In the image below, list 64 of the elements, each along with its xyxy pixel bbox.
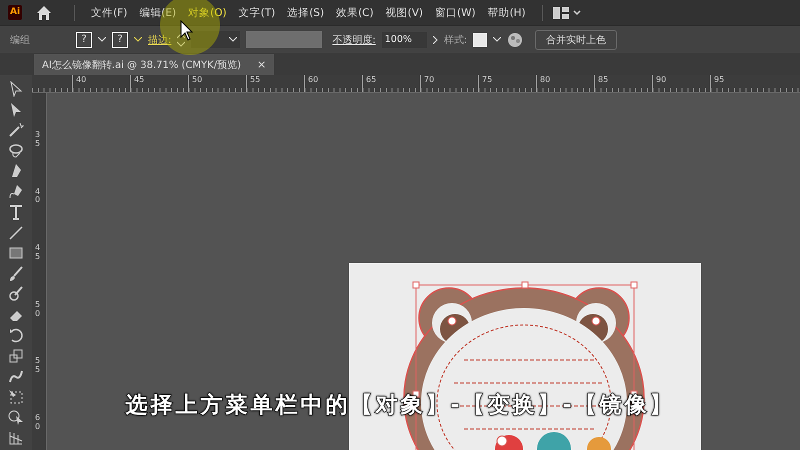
opacity-field[interactable]: 100% xyxy=(382,32,427,48)
ruler-label: 85 xyxy=(594,75,652,92)
fill-swatch[interactable]: ? xyxy=(76,32,92,48)
menu-item[interactable]: 视图(V) xyxy=(380,6,429,20)
blob-brush-icon[interactable] xyxy=(8,286,24,302)
ruler-label: 50 xyxy=(188,75,246,92)
ruler-label: 45 xyxy=(130,75,188,92)
selection-arrow-icon[interactable] xyxy=(8,81,24,97)
rectangle-icon[interactable] xyxy=(8,245,24,261)
menu-item[interactable]: 选择(S) xyxy=(281,6,330,20)
app-logo[interactable]: Ai xyxy=(8,5,22,20)
type-icon[interactable] xyxy=(8,204,24,220)
ruler-label: 75 xyxy=(478,75,536,92)
ruler-label: 70 xyxy=(420,75,478,92)
menu-item[interactable]: 帮助(H) xyxy=(482,6,532,20)
line-icon[interactable] xyxy=(8,224,24,240)
document-tab-title: AI怎么镜像翻转.ai @ 38.71% (CMYK/预览) xyxy=(42,58,241,72)
curvature-pen-icon[interactable] xyxy=(8,184,24,200)
rotate-icon[interactable] xyxy=(8,327,24,343)
merge-live-paint-button[interactable]: 合并实时上色 xyxy=(535,30,618,50)
ruler-label: 65 xyxy=(362,75,420,92)
stepper-icon[interactable] xyxy=(177,32,186,46)
warp-icon[interactable] xyxy=(8,368,24,384)
ruler-label: 90 xyxy=(652,75,710,92)
workspace-layout-icon[interactable] xyxy=(552,6,583,18)
mouse-pointer-icon xyxy=(180,20,194,42)
ruler-label: 60 xyxy=(304,75,362,92)
ruler-label: 60 xyxy=(34,414,42,432)
menu-item[interactable]: 文件(F) xyxy=(85,6,134,20)
menu-item[interactable]: 编辑(E) xyxy=(133,6,182,20)
ruler-label: 55 xyxy=(246,75,304,92)
close-tab-button[interactable]: × xyxy=(257,58,266,71)
ruler-label: 80 xyxy=(536,75,594,92)
selection-type-label: 编组 xyxy=(10,34,30,46)
shape-builder-icon[interactable] xyxy=(8,409,24,425)
magic-wand-icon[interactable] xyxy=(8,122,24,138)
stroke-link[interactable]: 描边: xyxy=(148,32,172,46)
scale-icon[interactable] xyxy=(8,348,24,364)
menu-item[interactable]: 窗口(W) xyxy=(428,6,482,20)
perspective-grid-icon[interactable] xyxy=(8,430,24,446)
chevron-right-icon[interactable] xyxy=(432,36,438,44)
ruler-label: 45 xyxy=(34,244,42,262)
ruler-label: 50 xyxy=(34,300,42,318)
paintbrush-icon[interactable] xyxy=(8,266,24,282)
chevron-icon[interactable] xyxy=(98,37,106,42)
graphic-style-swatch[interactable] xyxy=(473,32,488,46)
style-label: 样式: xyxy=(444,34,468,46)
ruler-label: 95 xyxy=(710,75,768,92)
chevron-icon[interactable] xyxy=(229,37,238,42)
menu-item[interactable]: 效果(C) xyxy=(330,6,380,20)
chevron-icon[interactable] xyxy=(493,37,502,42)
menu-item[interactable]: 文字(T) xyxy=(232,6,282,20)
recolor-artwork-icon[interactable] xyxy=(507,32,524,48)
lasso-icon[interactable] xyxy=(8,142,24,158)
document-tab[interactable]: AI怎么镜像翻转.ai @ 38.71% (CMYK/预览) × xyxy=(34,54,274,75)
opacity-link[interactable]: 不透明度: xyxy=(332,32,376,46)
free-transform-icon[interactable] xyxy=(8,388,24,404)
home-icon[interactable] xyxy=(36,4,52,20)
ruler-label: 35 xyxy=(34,131,42,149)
stroke-swatch[interactable]: ? xyxy=(112,32,128,48)
chevron-icon[interactable] xyxy=(134,37,142,42)
ruler-label: 40 xyxy=(34,188,42,206)
ruler-label: 40 xyxy=(72,75,130,92)
ruler-label: 55 xyxy=(34,357,42,375)
